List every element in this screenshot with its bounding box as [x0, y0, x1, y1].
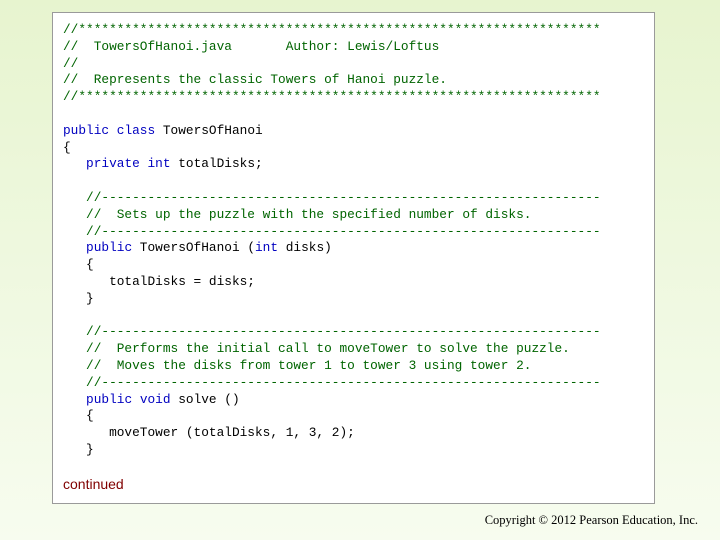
- code-line: public class TowersOfHanoi: [63, 122, 263, 138]
- code-line: }: [63, 441, 94, 457]
- code-line: // Moves the disks from tower 1 to tower…: [63, 357, 532, 373]
- code-line: public TowersOfHanoi (int disks): [86, 240, 332, 256]
- code-line: {: [63, 139, 71, 155]
- code-line: //--------------------------------------…: [63, 324, 601, 340]
- code-line: private int totalDisks;: [86, 156, 263, 172]
- code-line: public void solve (): [86, 391, 240, 407]
- copyright-notice: Copyright © 2012 Pearson Education, Inc.: [484, 513, 698, 527]
- code-line: // Sets up the puzzle with the specified…: [63, 206, 532, 222]
- code-line: {: [63, 408, 94, 424]
- continued-label: continued: [63, 476, 124, 492]
- code-line: // TowersOfHanoi.java Author: Lewis/Loft…: [63, 38, 440, 54]
- code-line: //--------------------------------------…: [63, 374, 601, 390]
- code-line: //--------------------------------------…: [63, 189, 601, 205]
- code-line: }: [63, 290, 94, 306]
- code-block: //**************************************…: [63, 22, 654, 459]
- code-listing-panel: //**************************************…: [52, 12, 655, 504]
- code-line: totalDisks = disks;: [63, 273, 255, 289]
- code-line: //**************************************…: [63, 89, 601, 105]
- code-line: //: [63, 55, 79, 71]
- code-line: //**************************************…: [63, 22, 601, 37]
- code-line: //--------------------------------------…: [63, 223, 601, 239]
- code-line: // Represents the classic Towers of Hano…: [63, 72, 447, 88]
- code-line: {: [63, 257, 94, 273]
- code-line: moveTower (totalDisks, 1, 3, 2);: [63, 425, 355, 441]
- code-line: // Performs the initial call to moveTowe…: [63, 341, 570, 357]
